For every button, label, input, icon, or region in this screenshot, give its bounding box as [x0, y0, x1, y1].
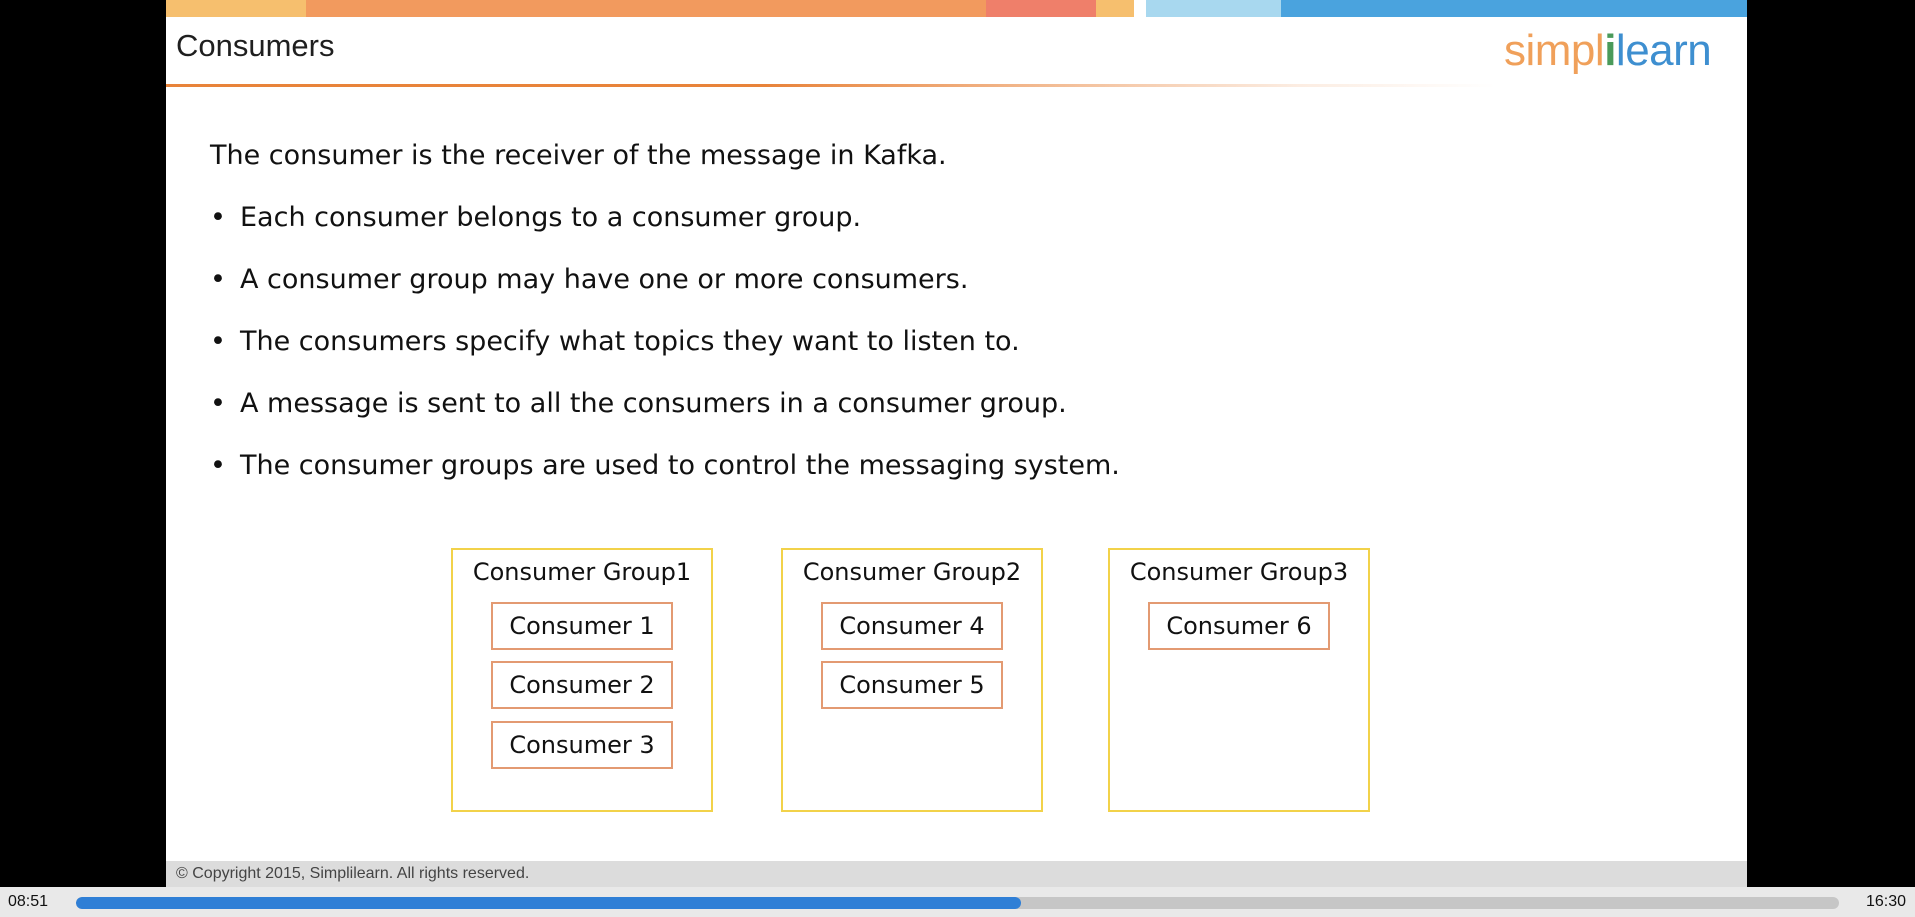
bullet-list: Each consumer belongs to a consumer grou… [210, 202, 1120, 484]
logo-separator: i [1604, 26, 1616, 75]
title-underline [166, 84, 1496, 87]
copyright-text: © Copyright 2015, Simplilearn. All right… [176, 865, 530, 882]
total-time: 16:30 [1865, 893, 1906, 910]
consumer-box: Consumer 3 [491, 721, 673, 769]
consumer-box: Consumer 5 [821, 661, 1003, 709]
top-bar-segment [986, 0, 1096, 17]
slide-title: Consumers [176, 28, 335, 63]
group-title: Consumer Group3 [1129, 558, 1349, 586]
progress-bar[interactable] [76, 897, 1839, 909]
slide: Consumers simplilearn The consumer is th… [166, 0, 1747, 887]
progress-fill [76, 897, 1021, 909]
simplilearn-logo: simplilearn [1504, 26, 1712, 76]
consumer-group-3: Consumer Group3 Consumer 6 [1108, 548, 1370, 812]
logo-part1: simpl [1504, 26, 1605, 75]
group-title: Consumer Group1 [472, 558, 692, 586]
bullet-item: The consumers specify what topics they w… [210, 326, 1120, 360]
top-bar-segment [1096, 0, 1134, 17]
top-color-bar [166, 0, 1747, 17]
copyright-footer: © Copyright 2015, Simplilearn. All right… [166, 861, 1747, 887]
consumer-group-1: Consumer Group1 Consumer 1 Consumer 2 Co… [451, 548, 713, 812]
logo-part2: learn [1615, 26, 1712, 75]
top-bar-segment [306, 0, 986, 17]
consumer-box: Consumer 6 [1148, 602, 1330, 650]
top-bar-segment [166, 0, 306, 17]
video-player-bar: 08:51 16:30 [0, 887, 1915, 917]
slide-content: The consumer is the receiver of the mess… [210, 140, 1120, 512]
consumer-group-2: Consumer Group2 Consumer 4 Consumer 5 [781, 548, 1043, 812]
bullet-item: Each consumer belongs to a consumer grou… [210, 202, 1120, 236]
current-time: 08:51 [8, 893, 49, 910]
bullet-item: The consumer groups are used to control … [210, 450, 1120, 484]
intro-text: The consumer is the receiver of the mess… [210, 140, 947, 171]
bullet-item: A consumer group may have one or more co… [210, 264, 1120, 298]
consumer-box: Consumer 2 [491, 661, 673, 709]
consumer-box: Consumer 1 [491, 602, 673, 650]
top-bar-segment [1281, 0, 1747, 17]
top-bar-segment [1146, 0, 1281, 17]
consumer-box: Consumer 4 [821, 602, 1003, 650]
group-title: Consumer Group2 [802, 558, 1022, 586]
bullet-item: A message is sent to all the consumers i… [210, 388, 1120, 422]
